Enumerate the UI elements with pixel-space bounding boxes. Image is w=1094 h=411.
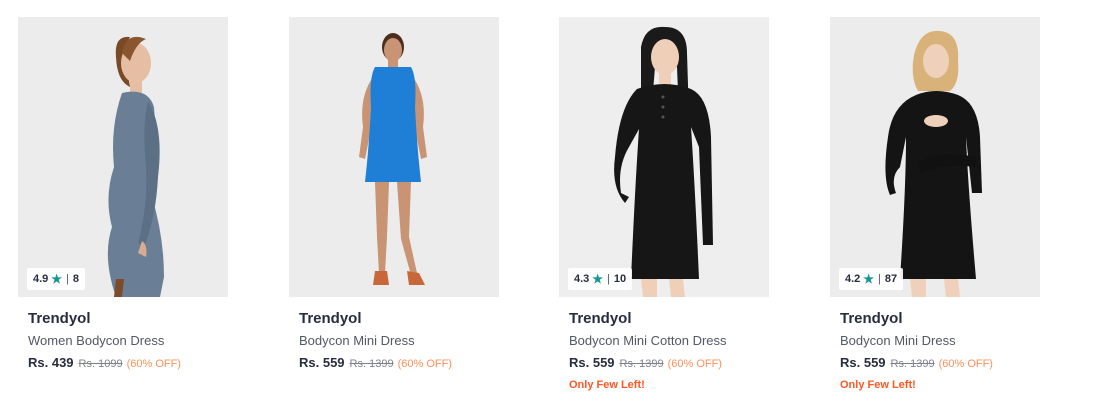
star-icon: ★	[863, 272, 875, 286]
product-name: Women Bodycon Dress	[28, 333, 165, 348]
product-card[interactable]: 4.3 ★ | 10 Trendyol Bodycon Mini Cotton …	[559, 17, 769, 397]
star-icon: ★	[51, 272, 63, 286]
rating-value: 4.2	[845, 273, 861, 285]
product-price: Rs. 439	[28, 355, 74, 370]
product-name: Bodycon Mini Dress	[299, 333, 415, 348]
rating-badge: 4.3 ★ | 10	[568, 268, 633, 290]
product-brand: Trendyol	[569, 310, 632, 327]
price-row: Rs. 559 Rs. 1399 (60% OFF)	[840, 355, 1030, 370]
product-info: Trendyol Bodycon Mini Dress Rs. 559 Rs. …	[830, 310, 1040, 391]
star-icon: ★	[592, 272, 604, 286]
product-mrp: Rs. 1399	[619, 358, 664, 370]
price-row: Rs. 559 Rs. 1399 (60% OFF)	[569, 355, 759, 370]
stock-alert: Only Few Left!	[840, 379, 916, 391]
product-name: Bodycon Mini Cotton Dress	[569, 333, 727, 348]
model-photo	[559, 17, 769, 297]
product-info: Trendyol Bodycon Mini Cotton Dress Rs. 5…	[559, 310, 769, 391]
product-mrp: Rs. 1099	[78, 358, 123, 370]
rating-divider: |	[66, 273, 69, 285]
product-image[interactable]: 4.2 ★ | 87	[830, 17, 1040, 297]
product-price: Rs. 559	[299, 355, 345, 370]
product-image[interactable]: 4.9 ★ | 8	[18, 17, 228, 297]
product-info: Trendyol Women Bodycon Dress Rs. 439 Rs.…	[18, 310, 228, 370]
rating-divider: |	[607, 273, 610, 285]
product-image[interactable]	[289, 17, 499, 297]
product-discount: (60% OFF)	[126, 358, 181, 370]
price-row: Rs. 439 Rs. 1099 (60% OFF)	[28, 355, 218, 370]
product-discount: (60% OFF)	[938, 358, 993, 370]
product-brand: Trendyol	[28, 310, 91, 327]
product-card[interactable]: 4.2 ★ | 87 Trendyol Bodycon Mini Dress R…	[830, 17, 1040, 397]
product-info: Trendyol Bodycon Mini Dress Rs. 559 Rs. …	[289, 310, 499, 370]
product-discount: (60% OFF)	[397, 358, 452, 370]
product-image[interactable]: 4.3 ★ | 10	[559, 17, 769, 297]
product-brand: Trendyol	[840, 310, 903, 327]
stock-alert: Only Few Left!	[569, 379, 645, 391]
model-photo	[830, 17, 1040, 297]
model-photo	[289, 17, 499, 297]
rating-badge: 4.9 ★ | 8	[27, 268, 86, 290]
rating-value: 4.3	[574, 273, 590, 285]
price-row: Rs. 559 Rs. 1399 (60% OFF)	[299, 355, 489, 370]
product-price: Rs. 559	[569, 355, 615, 370]
rating-count: 10	[613, 273, 627, 285]
product-card[interactable]: Trendyol Bodycon Mini Dress Rs. 559 Rs. …	[289, 17, 499, 397]
model-photo	[18, 17, 228, 297]
rating-count: 8	[72, 273, 80, 285]
rating-badge: 4.2 ★ | 87	[839, 268, 904, 290]
product-mrp: Rs. 1399	[349, 358, 394, 370]
product-discount: (60% OFF)	[667, 358, 722, 370]
product-brand: Trendyol	[299, 310, 362, 327]
product-name: Bodycon Mini Dress	[840, 333, 956, 348]
product-price: Rs. 559	[840, 355, 886, 370]
rating-value: 4.9	[33, 273, 49, 285]
product-card[interactable]: 4.9 ★ | 8 Trendyol Women Bodycon Dress R…	[18, 17, 228, 397]
rating-count: 87	[884, 273, 898, 285]
product-grid: 4.9 ★ | 8 Trendyol Women Bodycon Dress R…	[0, 0, 1094, 411]
product-mrp: Rs. 1399	[890, 358, 935, 370]
rating-divider: |	[878, 273, 881, 285]
